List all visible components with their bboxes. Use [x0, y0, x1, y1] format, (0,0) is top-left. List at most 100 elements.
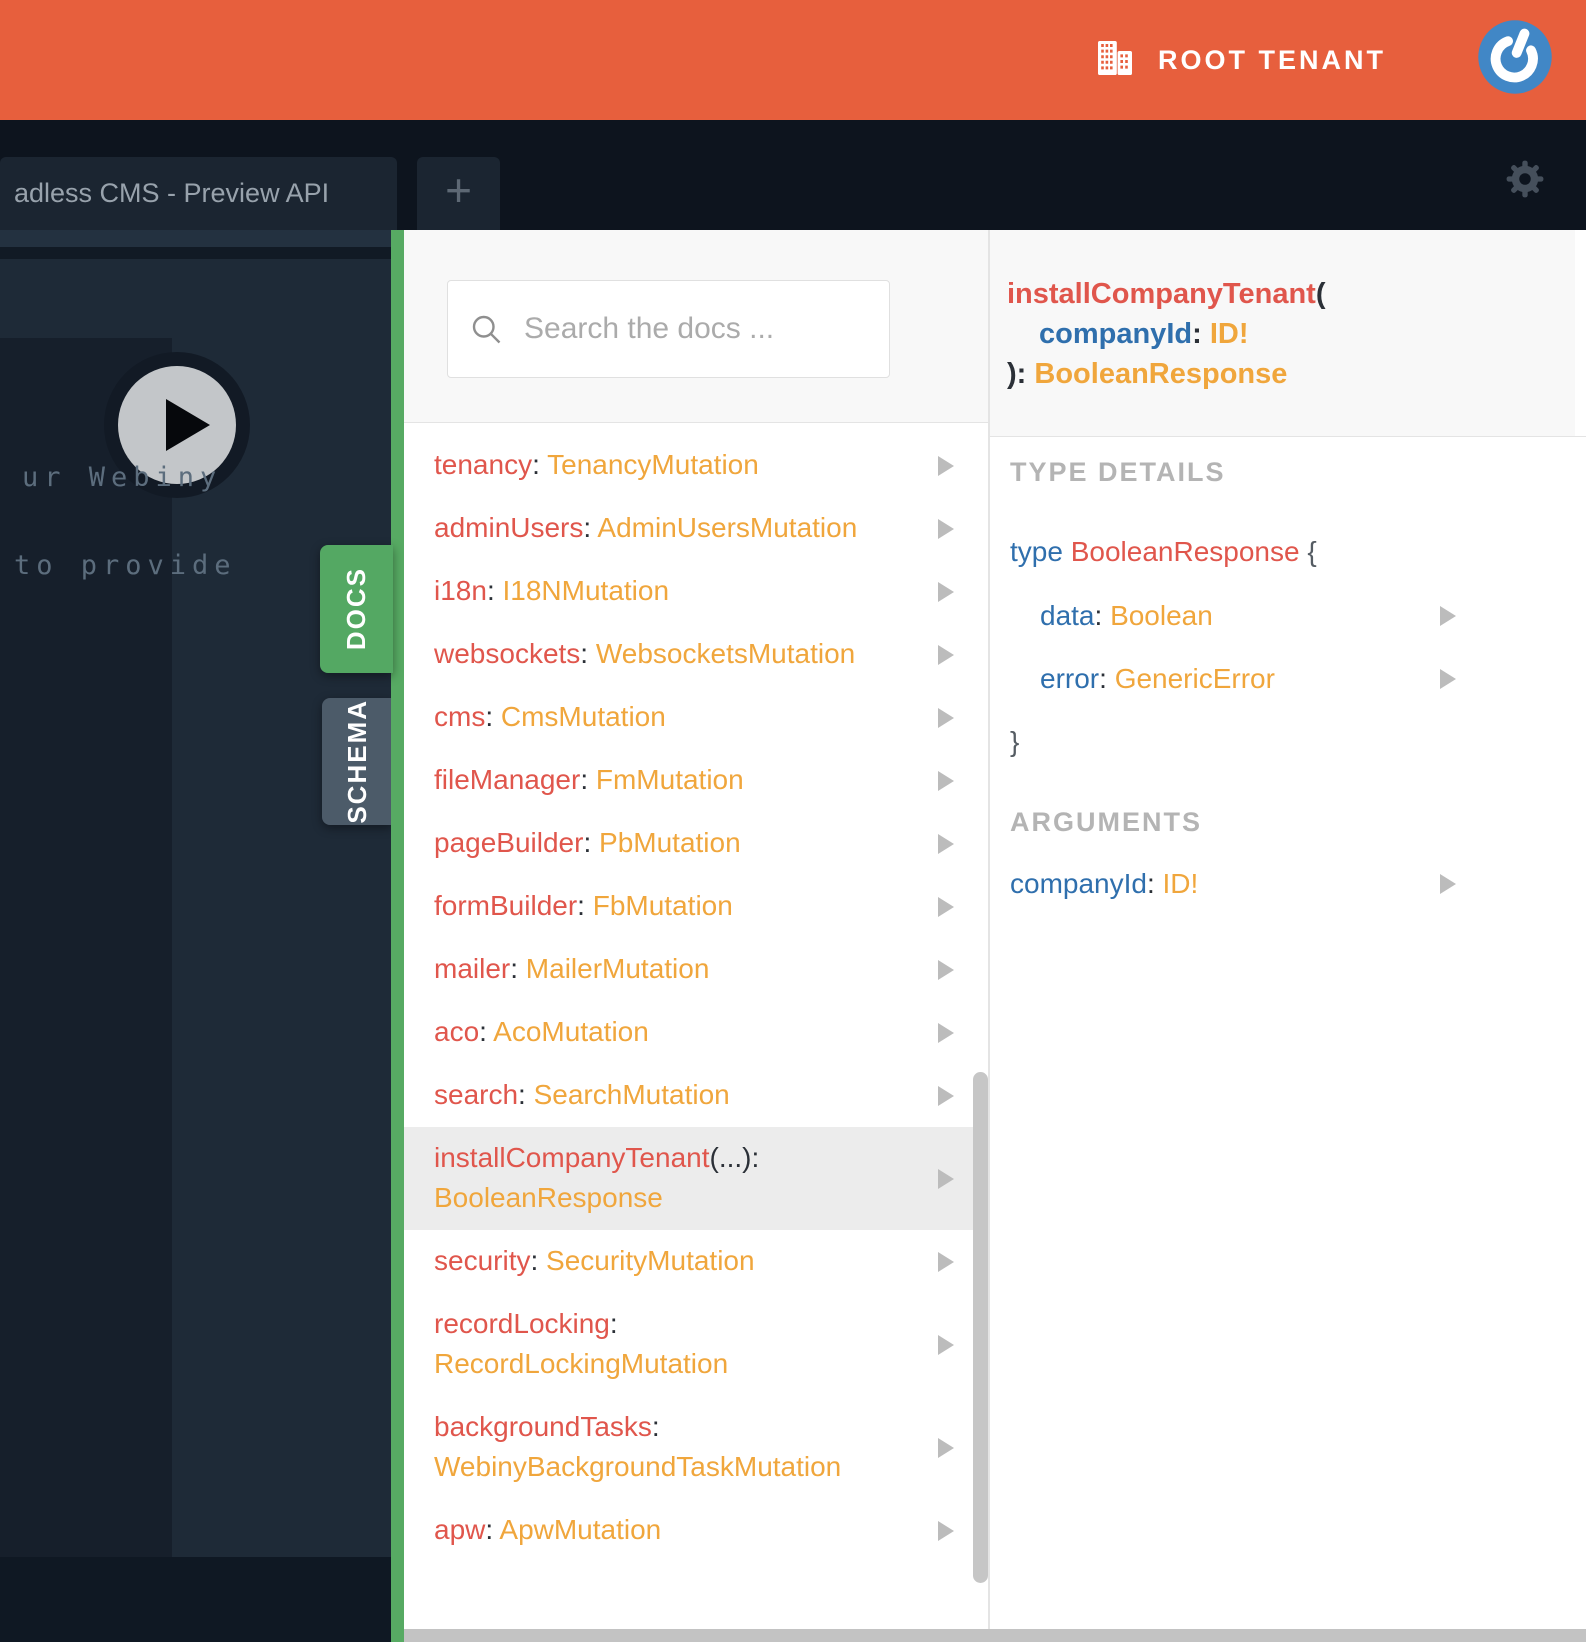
field-type: PbMutation — [599, 827, 741, 858]
punctuation: : — [583, 827, 592, 858]
docs-explorer-panel: tenancy: TenancyMutationadminUsers: Admi… — [404, 230, 988, 1642]
docs-list-item[interactable]: cms: CmsMutation — [404, 686, 988, 749]
expand-arrow-icon[interactable] — [938, 455, 954, 476]
workspace: ur Webiny to provide DOCS SCHEMA tenancy… — [0, 230, 1586, 1642]
expand-arrow-icon[interactable] — [938, 1085, 954, 1106]
docs-list-item[interactable]: security: SecurityMutation — [404, 1230, 988, 1293]
field-type: MailerMutation — [525, 953, 710, 984]
expand-arrow-icon[interactable] — [938, 1022, 954, 1043]
open-brace: { — [1307, 536, 1317, 567]
tab-docs-label: DOCS — [341, 567, 371, 651]
signature-arg-type: ID! — [1209, 318, 1249, 350]
field-name: installCompanyTenant — [434, 1142, 710, 1173]
tab-docs[interactable]: DOCS — [320, 545, 393, 673]
field-type: FmMutation — [595, 764, 744, 795]
docs-list-item[interactable]: pageBuilder: PbMutation — [404, 812, 988, 875]
argument-name: companyId — [1010, 868, 1147, 899]
expand-arrow-icon[interactable] — [938, 518, 954, 539]
expand-arrow-icon[interactable] — [1440, 873, 1456, 894]
field-type: AdminUsersMutation — [597, 512, 858, 543]
docs-list-item[interactable]: formBuilder: FbMutation — [404, 875, 988, 938]
expand-arrow-icon[interactable] — [938, 770, 954, 791]
field-type: FbMutation — [592, 890, 733, 921]
expand-arrow-icon[interactable] — [938, 959, 954, 980]
expand-arrow-icon[interactable] — [938, 896, 954, 917]
docs-list-item[interactable]: fileManager: FmMutation — [404, 749, 988, 812]
docs-horizontal-scrollbar[interactable] — [404, 1629, 1586, 1642]
type-field-name: error — [1040, 663, 1100, 694]
signature-open-paren: ( — [1315, 278, 1326, 310]
docs-list-item[interactable]: search: SearchMutation — [404, 1064, 988, 1127]
query-editor-region: ur Webiny to provide — [0, 230, 391, 1642]
expand-arrow-icon[interactable] — [1440, 605, 1456, 626]
docs-list-item[interactable]: backgroundTasks: WebinyBackgroundTaskMuta… — [404, 1396, 988, 1499]
expand-arrow-icon[interactable] — [938, 1334, 954, 1355]
docs-list-item[interactable]: installCompanyTenant(...): BooleanRespons… — [404, 1127, 988, 1230]
signature-return-type: BooleanResponse — [1034, 358, 1288, 390]
docs-list-item[interactable]: aco: AcoMutation — [404, 1001, 988, 1064]
editor-bottom-strip — [0, 1557, 391, 1642]
tenant-label: ROOT TENANT — [1158, 44, 1386, 75]
webiny-logo[interactable] — [1477, 19, 1553, 95]
punctuation: : — [486, 575, 495, 606]
docs-list-item[interactable]: recordLocking: RecordLockingMutation — [404, 1293, 988, 1396]
field-name: adminUsers — [434, 512, 584, 543]
field-type: WebinyBackgroundTaskMutation — [434, 1451, 842, 1482]
expand-arrow-icon[interactable] — [938, 1251, 954, 1272]
tab-schema-label: SCHEMA — [341, 699, 372, 824]
field-name: cms — [434, 701, 486, 732]
docs-search-box[interactable] — [447, 280, 890, 378]
panel-divider — [988, 230, 990, 1642]
type-field-type[interactable]: GenericError — [1115, 663, 1275, 694]
docs-list-item[interactable]: adminUsers: AdminUsersMutation — [404, 497, 988, 560]
editor-code-line: ur Webiny — [22, 462, 223, 493]
punctuation: : — [577, 890, 585, 921]
new-tab-button[interactable]: + — [417, 157, 500, 230]
field-type: BooleanResponse — [434, 1182, 663, 1213]
type-field-row[interactable]: error: GenericError — [990, 647, 1586, 710]
close-brace: } — [1010, 726, 1020, 757]
type-field-type[interactable]: Boolean — [1110, 600, 1213, 631]
punctuation: : — [518, 1079, 526, 1110]
session-tab[interactable]: adless CMS - Preview API — [0, 157, 397, 230]
tenant-selector[interactable]: ROOT TENANT — [1096, 0, 1386, 120]
punctuation: : — [583, 512, 592, 543]
expand-arrow-icon[interactable] — [938, 1168, 954, 1189]
field-name: apw — [434, 1514, 486, 1545]
argument-type[interactable]: ID! — [1163, 868, 1199, 899]
search-icon — [472, 315, 501, 344]
tab-schema[interactable]: SCHEMA — [322, 698, 392, 825]
type-field-row[interactable]: data: Boolean — [990, 584, 1586, 647]
argument-row[interactable]: companyId: ID! — [990, 852, 1586, 915]
docs-list-item[interactable]: tenancy: TenancyMutation — [404, 434, 988, 497]
docs-list-vertical-scrollbar[interactable] — [973, 1072, 988, 1583]
field-name: search — [434, 1079, 519, 1110]
expand-arrow-icon[interactable] — [938, 1437, 954, 1458]
punctuation: : — [530, 1245, 539, 1276]
field-type: WebsocketsMutation — [595, 638, 856, 669]
docs-list-item[interactable]: websockets: WebsocketsMutation — [404, 623, 988, 686]
docs-field-list: tenancy: TenancyMutation adminUsers: Admi… — [404, 424, 988, 1630]
docs-search-input[interactable] — [522, 311, 869, 347]
field-name: i18n — [434, 575, 487, 606]
expand-arrow-icon[interactable] — [938, 581, 954, 602]
editor-toolbar-band — [0, 230, 391, 247]
docs-list-item[interactable]: mailer: MailerMutation — [404, 938, 988, 1001]
expand-arrow-icon[interactable] — [1440, 668, 1456, 689]
type-keyword: type — [1010, 536, 1063, 567]
field-name: websockets — [434, 638, 581, 669]
punctuation: : — [609, 1308, 618, 1339]
docs-list-item[interactable]: apw: ApwMutation — [404, 1499, 988, 1562]
field-name: formBuilder — [434, 890, 578, 921]
settings-gear-icon[interactable] — [1502, 156, 1548, 202]
expand-arrow-icon[interactable] — [938, 644, 954, 665]
punctuation: : — [485, 701, 494, 732]
docs-accent-strip — [391, 230, 404, 1642]
docs-list-item[interactable]: i18n: I18NMutation — [404, 560, 988, 623]
expand-arrow-icon[interactable] — [938, 833, 954, 854]
app-header: ROOT TENANT — [0, 0, 1586, 120]
expand-arrow-icon[interactable] — [938, 1520, 954, 1541]
detail-scroll-track — [1575, 230, 1586, 436]
punctuation: : — [479, 1016, 487, 1047]
expand-arrow-icon[interactable] — [938, 707, 954, 728]
